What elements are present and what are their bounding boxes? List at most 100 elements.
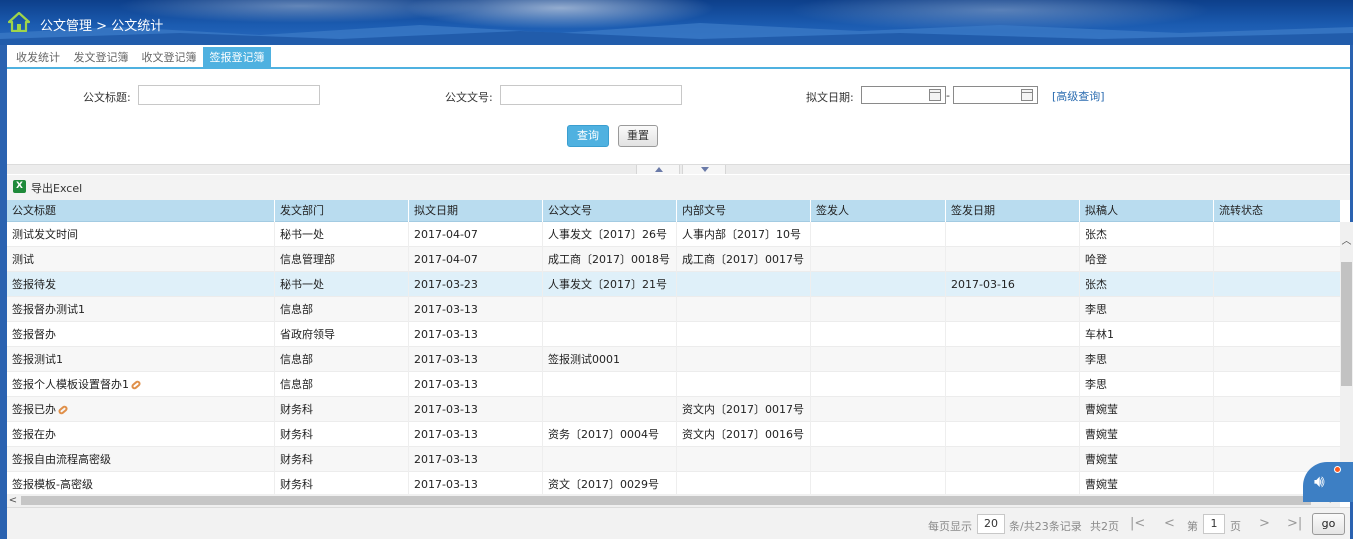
horizontal-scrollbar[interactable]: < > bbox=[7, 494, 1340, 507]
docno-input[interactable] bbox=[500, 85, 682, 105]
cell-title[interactable]: 签报在办 bbox=[7, 422, 275, 447]
table-row[interactable]: 签报在办 财务科 2017-03-13 资务〔2017〕0004号 资文内〔2017〕0… bbox=[7, 422, 1340, 447]
scroll-left-arrow-icon[interactable]: < bbox=[7, 494, 19, 507]
horizontal-scroll-thumb[interactable] bbox=[21, 496, 1311, 505]
cell-title[interactable]: 签报自由流程高密级 bbox=[7, 447, 275, 472]
cell-flow-status bbox=[1214, 347, 1340, 372]
column-header-issue-date[interactable]: 签发日期 bbox=[946, 200, 1080, 222]
go-button[interactable]: go bbox=[1312, 513, 1345, 535]
cell-draft-date: 2017-03-13 bbox=[409, 297, 543, 322]
date-from-input[interactable] bbox=[861, 86, 946, 104]
attachment-icon[interactable] bbox=[57, 404, 69, 416]
cell-department: 信息部 bbox=[275, 297, 409, 322]
cell-text: 资务〔2017〕0004号 bbox=[548, 428, 659, 441]
table-row[interactable]: 签报自由流程高密级 财务科 2017-03-13 曹婉莹 bbox=[7, 447, 1340, 472]
query-button[interactable]: 查询 bbox=[567, 125, 609, 147]
reset-button[interactable]: 重置 bbox=[618, 125, 658, 147]
tab-outgoing-register[interactable]: 发文登记簿 bbox=[69, 47, 133, 69]
table-row[interactable]: 测试发文时间 秘书一处 2017-04-07 人事发文〔2017〕26号 人事内部〔20… bbox=[7, 222, 1340, 247]
home-icon[interactable] bbox=[8, 12, 30, 32]
cell-text: 张杰 bbox=[1085, 278, 1107, 291]
cell-internal-number bbox=[677, 372, 811, 397]
table-row[interactable]: 签报待发 秘书一处 2017-03-23 人事发文〔2017〕21号 2017-03-1… bbox=[7, 272, 1340, 297]
speaker-widget[interactable]: 🔊︎ bbox=[1303, 462, 1353, 502]
cell-draft-date: 2017-04-07 bbox=[409, 247, 543, 272]
cell-drafter: 曹婉莹 bbox=[1080, 422, 1214, 447]
cell-issue-date bbox=[946, 447, 1080, 472]
cell-title[interactable]: 签报待发 bbox=[7, 272, 275, 297]
page-number-input[interactable]: 1 bbox=[1203, 514, 1225, 534]
cell-text: 2017-03-13 bbox=[414, 378, 478, 391]
column-header-title[interactable]: 公文标题 bbox=[7, 200, 275, 222]
column-header-flow-status[interactable]: 流转状态 bbox=[1214, 200, 1340, 222]
cell-text: 张杰 bbox=[1085, 228, 1107, 241]
last-page-icon[interactable]: >| bbox=[1287, 516, 1302, 531]
table-row[interactable]: 签报督办 省政府领导 2017-03-13 车林1 bbox=[7, 322, 1340, 347]
breadcrumb-module[interactable]: 公文管理 bbox=[40, 19, 92, 34]
table-row[interactable]: 签报个人模板设置督办1 信息部 2017-03-13 李思 bbox=[7, 372, 1340, 397]
advanced-search-link[interactable]: [高级查询] bbox=[1052, 88, 1105, 104]
tab-report-register[interactable]: 签报登记簿 bbox=[203, 47, 271, 69]
table-row[interactable]: 签报已办 财务科 2017-03-13 资文内〔2017〕0017号 曹婉莹 bbox=[7, 397, 1340, 422]
collapse-up-button[interactable] bbox=[636, 165, 680, 174]
attachment-icon[interactable] bbox=[130, 379, 142, 391]
excel-icon[interactable]: X bbox=[13, 180, 26, 193]
title-input[interactable] bbox=[138, 85, 320, 105]
calendar-icon[interactable] bbox=[929, 89, 941, 101]
cell-title[interactable]: 签报模板-高密级 bbox=[7, 472, 275, 494]
cell-text: 信息管理部 bbox=[280, 253, 335, 266]
cell-flow-status bbox=[1214, 422, 1340, 447]
scroll-up-arrow-icon[interactable]: ︿ bbox=[1340, 236, 1353, 248]
tab-incoming-register[interactable]: 收文登记簿 bbox=[137, 47, 201, 69]
export-excel-button[interactable]: 导出Excel bbox=[31, 180, 82, 196]
cell-text: 2017-03-13 bbox=[414, 303, 478, 316]
table-row[interactable]: 签报模板-高密级 财务科 2017-03-13 资文〔2017〕0029号 曹婉莹 bbox=[7, 472, 1340, 494]
cell-title[interactable]: 测试发文时间 bbox=[7, 222, 275, 247]
cell-issue-date bbox=[946, 472, 1080, 494]
cell-title[interactable]: 签报督办 bbox=[7, 322, 275, 347]
table-row[interactable]: 测试 信息管理部 2017-04-07 成工商〔2017〕0018号 成工商〔2017〕… bbox=[7, 247, 1340, 272]
cell-text: 车林1 bbox=[1085, 328, 1114, 341]
cell-internal-number: 资文内〔2017〕0016号 bbox=[677, 422, 811, 447]
calendar-icon[interactable] bbox=[1021, 89, 1033, 101]
cell-text: 签报模板-高密级 bbox=[12, 478, 93, 491]
column-header-issuer[interactable]: 签发人 bbox=[811, 200, 946, 222]
vertical-scrollbar[interactable]: ︿ bbox=[1340, 222, 1353, 494]
table-row[interactable]: 签报督办测试1 信息部 2017-03-13 李思 bbox=[7, 297, 1340, 322]
cell-text: 签报测试1 bbox=[12, 353, 63, 366]
cell-flow-status bbox=[1214, 222, 1340, 247]
next-page-icon[interactable]: > bbox=[1259, 516, 1270, 531]
cell-drafter: 张杰 bbox=[1080, 272, 1214, 297]
cell-title[interactable]: 测试 bbox=[7, 247, 275, 272]
cell-text: 2017-04-07 bbox=[414, 253, 478, 266]
cell-internal-number bbox=[677, 272, 811, 297]
cell-title[interactable]: 签报已办 bbox=[7, 397, 275, 422]
per-page-input[interactable]: 20 bbox=[977, 514, 1005, 534]
column-header-internal-number[interactable]: 内部文号 bbox=[677, 200, 811, 222]
cell-internal-number: 人事内部〔2017〕10号 bbox=[677, 222, 811, 247]
cell-title[interactable]: 签报测试1 bbox=[7, 347, 275, 372]
table-row[interactable]: 签报测试1 信息部 2017-03-13 签报测试0001 李思 bbox=[7, 347, 1340, 372]
cell-flow-status bbox=[1214, 272, 1340, 297]
column-header-draft-date[interactable]: 拟文日期 bbox=[409, 200, 543, 222]
cell-draft-date: 2017-03-13 bbox=[409, 422, 543, 447]
date-separator: - bbox=[946, 89, 950, 102]
record-summary: 条/共23条记录 bbox=[1009, 520, 1082, 533]
prev-page-icon[interactable]: < bbox=[1164, 516, 1175, 531]
cell-title[interactable]: 签报督办测试1 bbox=[7, 297, 275, 322]
expand-down-button[interactable] bbox=[682, 165, 726, 174]
page-label-after: 页 bbox=[1230, 520, 1241, 533]
cell-draft-date: 2017-03-13 bbox=[409, 372, 543, 397]
column-header-drafter[interactable]: 拟稿人 bbox=[1080, 200, 1214, 222]
cell-text: 财务科 bbox=[280, 453, 313, 466]
vertical-scroll-thumb[interactable] bbox=[1341, 262, 1352, 386]
first-page-icon[interactable]: |< bbox=[1130, 516, 1145, 531]
cell-text: 信息部 bbox=[280, 303, 313, 316]
cell-title[interactable]: 签报个人模板设置督办1 bbox=[7, 372, 275, 397]
tab-receive-send-stats[interactable]: 收发统计 bbox=[9, 47, 67, 69]
column-header-department[interactable]: 发文部门 bbox=[275, 200, 409, 222]
cell-text: 财务科 bbox=[280, 428, 313, 441]
column-header-doc-number[interactable]: 公文文号 bbox=[543, 200, 677, 222]
cell-text: 人事内部〔2017〕10号 bbox=[682, 228, 801, 241]
date-to-input[interactable] bbox=[953, 86, 1038, 104]
